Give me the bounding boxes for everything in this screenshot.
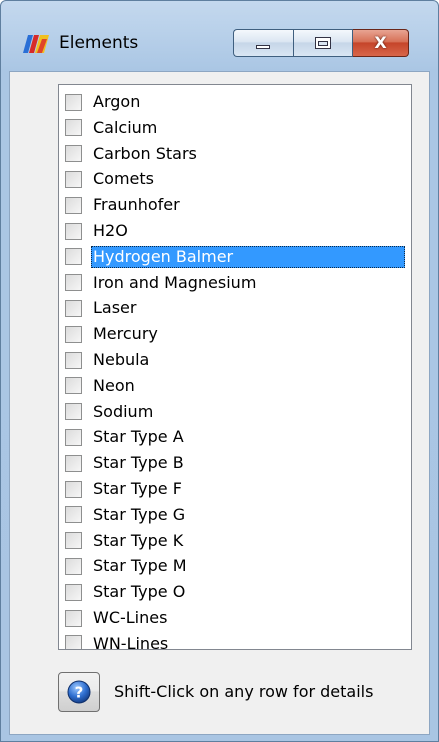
checkbox[interactable]: [65, 196, 82, 214]
list-item[interactable]: Calcium: [65, 115, 405, 141]
checkbox[interactable]: [65, 583, 82, 601]
list-item-label: Calcium: [93, 117, 158, 137]
list-item[interactable]: Comets: [65, 166, 405, 192]
list-item-label: Neon: [93, 375, 135, 395]
client-area: Argon Calcium Carbon Stars Comets Fraunhofer…: [9, 71, 430, 735]
list-item-label: Sodium: [93, 401, 154, 421]
list-item-label: Mercury: [93, 324, 158, 344]
checkbox[interactable]: [65, 557, 82, 575]
list-item[interactable]: Star Type M: [65, 553, 405, 579]
checkbox[interactable]: [65, 274, 82, 292]
maximize-icon: [315, 37, 331, 49]
checkbox[interactable]: [65, 119, 82, 137]
list-item-label: Star Type O: [93, 582, 186, 602]
list-item[interactable]: Star Type O: [65, 579, 405, 605]
list-item[interactable]: Neon: [65, 373, 405, 399]
list-item-label: WC-Lines: [93, 608, 168, 627]
checkbox[interactable]: [65, 170, 82, 188]
list-item[interactable]: Carbon Stars: [65, 141, 405, 167]
list-item-label: Fraunhofer: [93, 195, 180, 215]
list-item-label: Laser: [93, 298, 137, 318]
checkbox[interactable]: [65, 428, 82, 446]
list-item-label: Iron and Magnesium: [93, 272, 257, 292]
list-item[interactable]: WC-Lines: [65, 605, 405, 631]
list-item-label: Nebula: [93, 350, 150, 369]
list-item[interactable]: Star Type K: [65, 528, 405, 554]
checkbox[interactable]: [65, 403, 82, 421]
list-item[interactable]: Argon: [65, 89, 405, 115]
elements-checklist[interactable]: Argon Calcium Carbon Stars Comets Fraunhofer…: [58, 84, 412, 650]
list-item-label: Argon: [93, 92, 141, 111]
list-item[interactable]: Star Type A: [65, 424, 405, 450]
elements-window: Elements X Argon Calcium Carbon Stars Comet…: [0, 0, 439, 742]
list-item-label: WN-Lines: [93, 633, 169, 650]
checkbox[interactable]: [65, 325, 82, 343]
help-hint-text: Shift-Click on any row for details: [114, 682, 374, 701]
list-item-label: Star Type B: [93, 453, 184, 473]
list-item[interactable]: Laser: [65, 295, 405, 321]
list-item[interactable]: WN-Lines: [65, 631, 405, 650]
list-item[interactable]: Star Type F: [65, 476, 405, 502]
checkbox[interactable]: [65, 635, 82, 649]
list-item[interactable]: Iron and Magnesium: [65, 270, 405, 296]
list-item-label: H2O: [93, 221, 128, 240]
list-item-label: Carbon Stars: [93, 143, 197, 163]
minimize-button[interactable]: [233, 29, 293, 57]
list-item[interactable]: Star Type B: [65, 450, 405, 476]
close-icon: X: [374, 33, 387, 52]
list-item-label: Star Type M: [93, 556, 187, 576]
list-item-label: Star Type G: [93, 504, 186, 524]
list-item[interactable]: Hydrogen Balmer: [65, 244, 405, 270]
list-item[interactable]: H2O: [65, 218, 405, 244]
help-button[interactable]: ?: [58, 672, 100, 712]
checkbox[interactable]: [65, 532, 82, 550]
checkbox[interactable]: [65, 609, 82, 627]
list-item[interactable]: Mercury: [65, 321, 405, 347]
checkbox[interactable]: [65, 351, 82, 369]
svg-text:?: ?: [75, 684, 84, 702]
title-bar[interactable]: Elements X: [1, 1, 438, 71]
list-item[interactable]: Fraunhofer: [65, 192, 405, 218]
checkbox[interactable]: [65, 480, 82, 498]
spectrum-app-icon: [23, 35, 49, 53]
list-item-label: Comets: [93, 169, 154, 189]
minimize-icon: [256, 45, 270, 49]
list-item[interactable]: Nebula: [65, 347, 405, 373]
maximize-button[interactable]: [293, 29, 353, 57]
checkbox[interactable]: [65, 454, 82, 472]
list-item-label: Star Type F: [93, 479, 182, 498]
list-item-label: Star Type K: [93, 530, 184, 550]
checkbox[interactable]: [65, 506, 82, 524]
list-item-label: Hydrogen Balmer: [91, 245, 405, 268]
question-mark-icon: ?: [67, 680, 91, 704]
list-item[interactable]: Sodium: [65, 399, 405, 425]
checkbox[interactable]: [65, 222, 82, 240]
close-button[interactable]: X: [353, 29, 409, 57]
window-controls: X: [233, 29, 409, 59]
list-item[interactable]: Star Type G: [65, 502, 405, 528]
window-title: Elements: [59, 33, 139, 53]
list-item-label: Star Type A: [93, 427, 184, 447]
checkbox[interactable]: [65, 145, 82, 163]
checkbox[interactable]: [65, 248, 82, 266]
checkbox[interactable]: [65, 299, 82, 317]
checkbox[interactable]: [65, 377, 82, 395]
checkbox[interactable]: [65, 93, 82, 111]
